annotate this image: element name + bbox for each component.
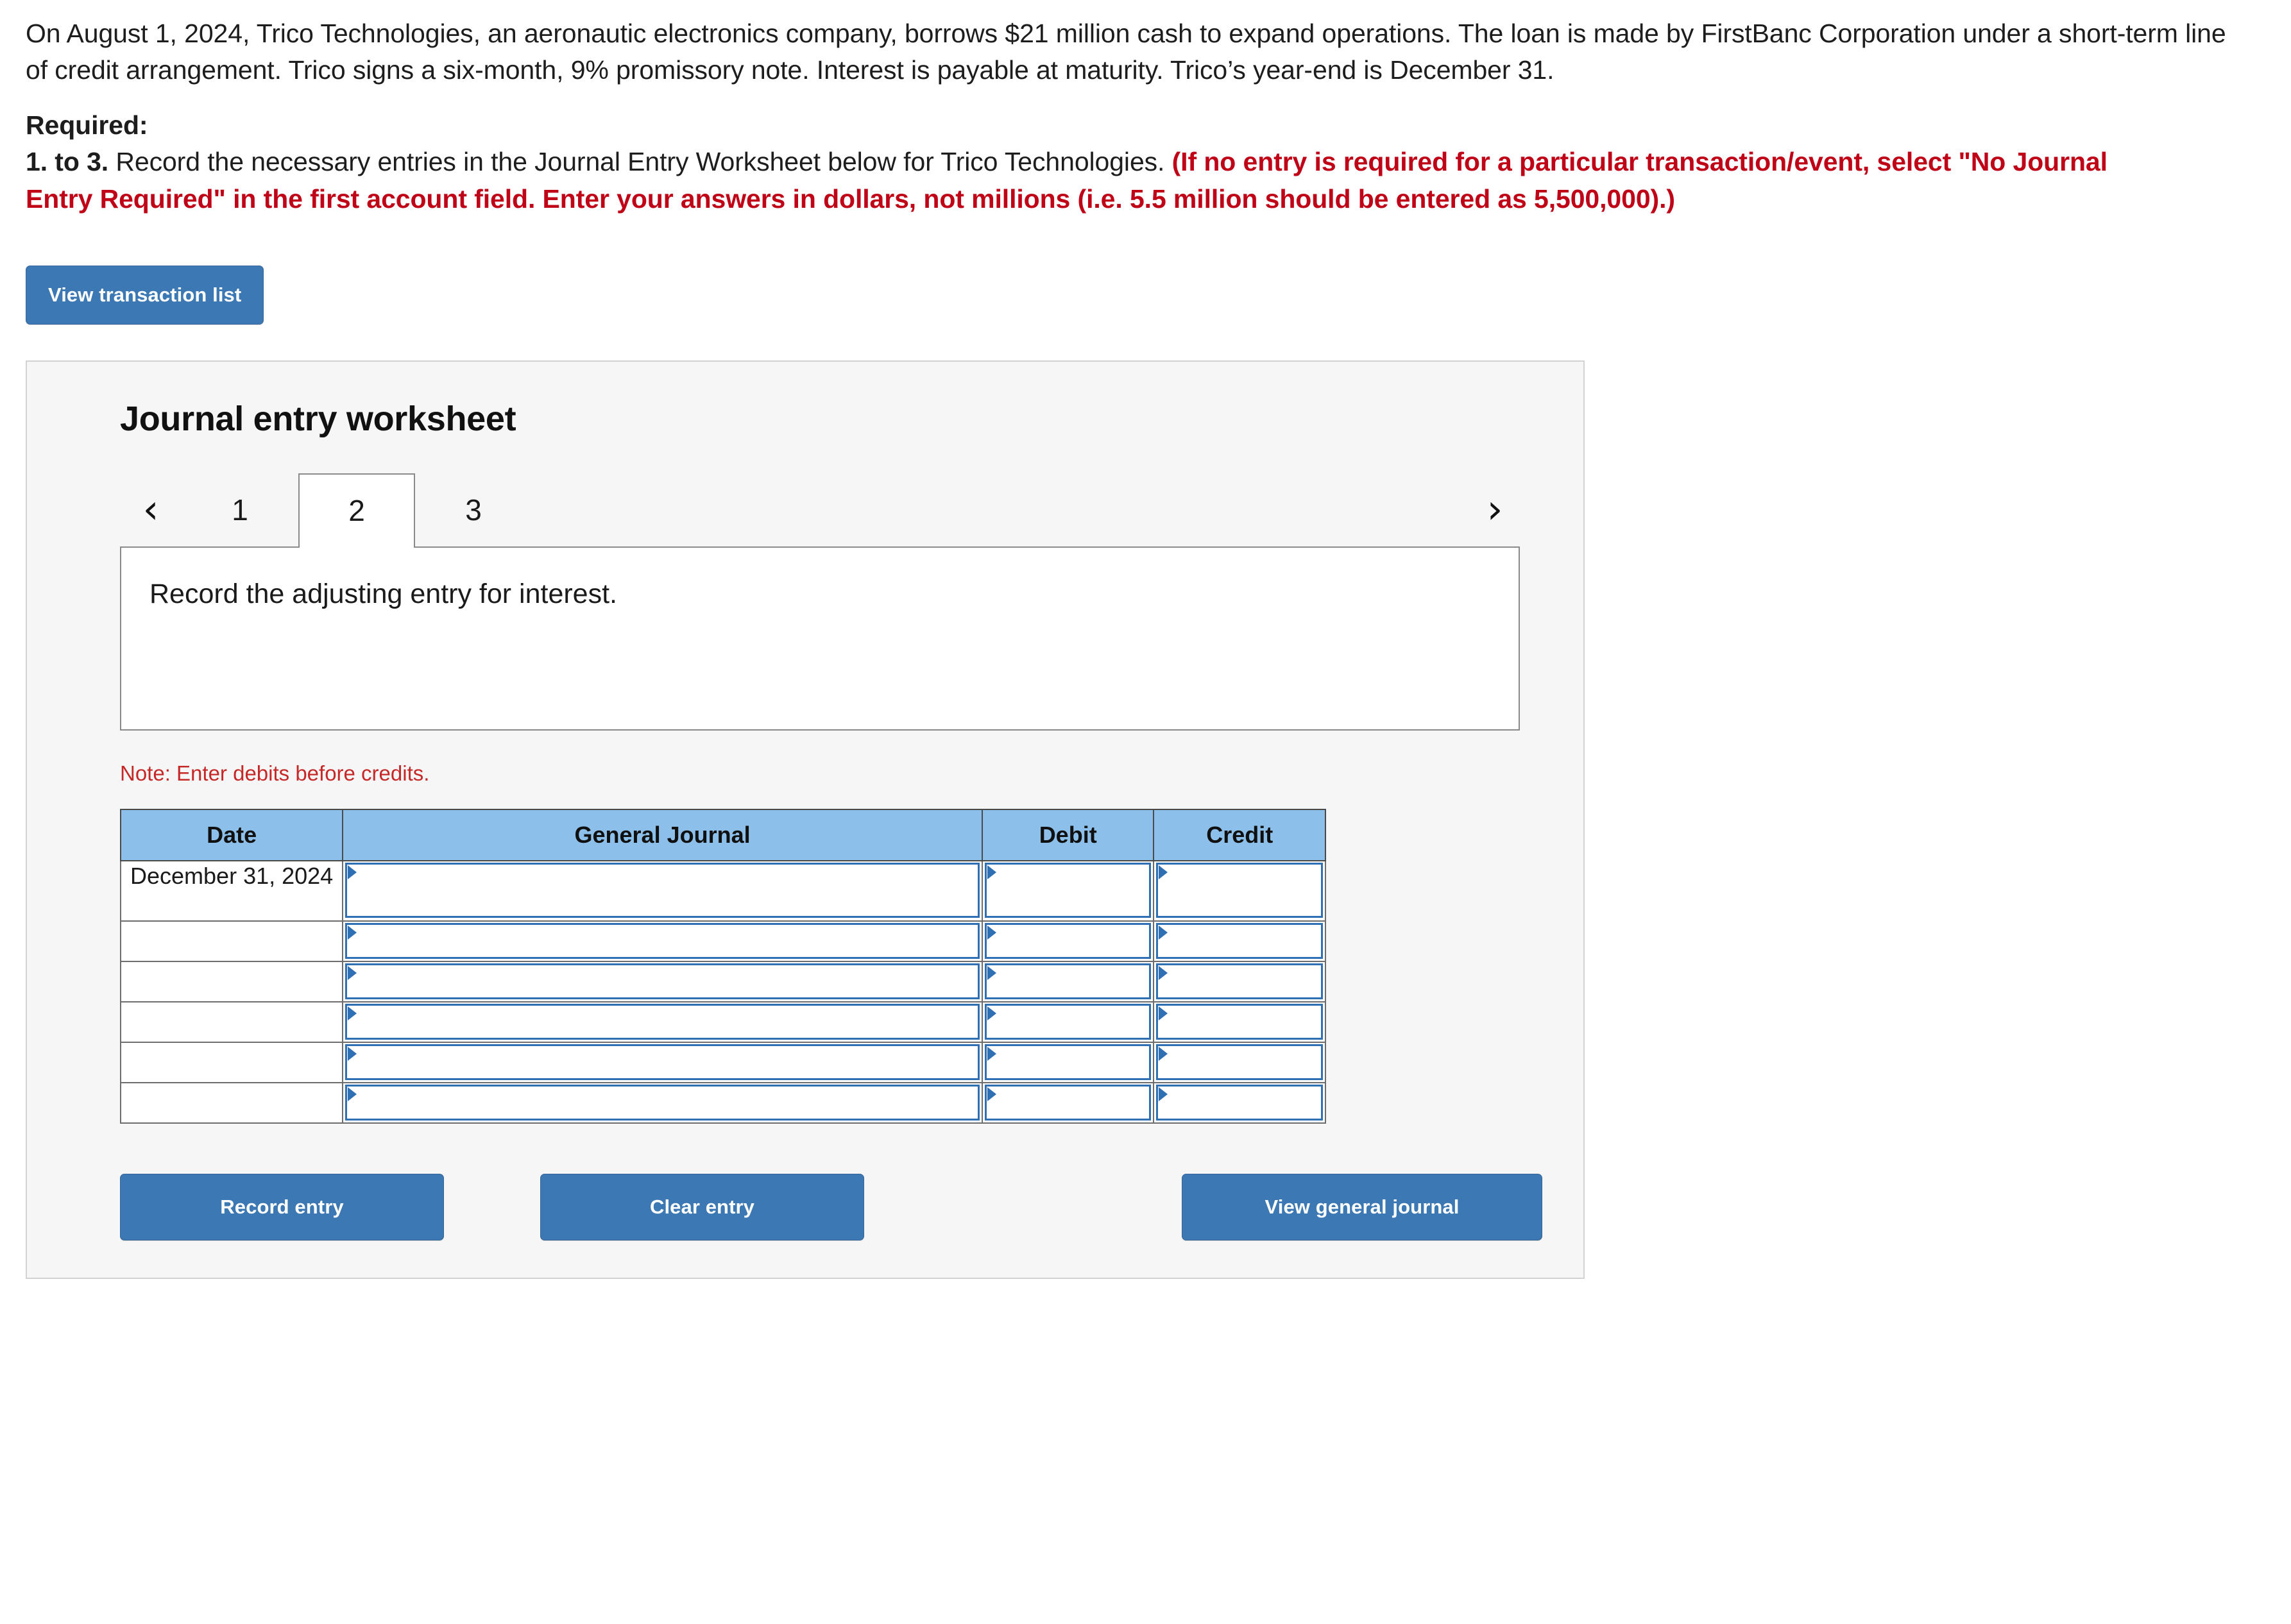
account-select-field[interactable] <box>345 1003 980 1040</box>
worksheet-tab-2[interactable]: 2 <box>298 473 415 548</box>
credit-input-field[interactable] <box>1156 922 1323 959</box>
previous-entry-chevron-left-icon[interactable]: ‹ <box>120 472 182 546</box>
clear-entry-button[interactable]: Clear entry <box>540 1173 864 1240</box>
credit-cell <box>1153 960 1326 1002</box>
debit-input-field[interactable] <box>984 922 1152 959</box>
transaction-description-box: Record the adjusting entry for interest. <box>120 546 1520 731</box>
worksheet-tab-3[interactable]: 3 <box>415 472 532 546</box>
column-header-debit: Debit <box>981 808 1155 861</box>
account-select-field[interactable] <box>345 1084 980 1121</box>
general-journal-cell <box>342 1001 983 1043</box>
debit-input-field[interactable] <box>984 862 1152 918</box>
credit-input-field[interactable] <box>1156 1084 1323 1121</box>
date-cell <box>119 1081 344 1124</box>
debit-input-field[interactable] <box>984 1003 1152 1040</box>
credit-cell <box>1153 1041 1326 1083</box>
required-label: Required: <box>26 110 148 140</box>
general-journal-cell <box>342 859 983 922</box>
credit-cell <box>1153 920 1326 962</box>
general-journal-cell <box>342 960 983 1002</box>
credit-input-field[interactable] <box>1156 1003 1323 1040</box>
debit-cell <box>981 1081 1155 1124</box>
credit-input-field[interactable] <box>1156 963 1323 999</box>
worksheet-title: Journal entry worksheet <box>120 399 516 438</box>
table-row <box>119 1001 1326 1043</box>
table-row <box>119 960 1326 1002</box>
record-entry-button[interactable]: Record entry <box>120 1173 444 1240</box>
credit-input-field[interactable] <box>1156 862 1323 918</box>
date-cell <box>119 1001 344 1043</box>
account-select-field[interactable] <box>345 862 980 918</box>
transaction-description-text: Record the adjusting entry for interest. <box>149 578 617 609</box>
debit-cell <box>981 960 1155 1002</box>
date-cell: December 31, 2024 <box>119 859 344 922</box>
view-general-journal-button[interactable]: View general journal <box>1182 1173 1542 1240</box>
debits-before-credits-note: Note: Enter debits before credits. <box>120 761 430 785</box>
column-header-general-journal: General Journal <box>342 808 983 861</box>
next-entry-chevron-right-icon[interactable]: › <box>1464 472 1526 546</box>
debit-cell <box>981 1041 1155 1083</box>
debit-cell <box>981 859 1155 922</box>
table-row <box>119 920 1326 962</box>
date-cell <box>119 1041 344 1083</box>
debit-input-field[interactable] <box>984 1044 1152 1080</box>
requirement-text: Record the necessary entries in the Jour… <box>108 147 1172 177</box>
debit-cell <box>981 920 1155 962</box>
debit-cell <box>981 1001 1155 1043</box>
worksheet-tab-bar: ‹ 1 2 3 › <box>120 472 1519 548</box>
date-cell <box>119 960 344 1002</box>
problem-statement: On August 1, 2024, Trico Technologies, a… <box>26 19 2226 85</box>
general-journal-cell <box>342 1081 983 1124</box>
table-row <box>119 1081 1326 1124</box>
credit-input-field[interactable] <box>1156 1044 1323 1080</box>
general-journal-cell <box>342 920 983 962</box>
column-header-credit: Credit <box>1153 808 1326 861</box>
debit-input-field[interactable] <box>984 963 1152 999</box>
account-select-field[interactable] <box>345 922 980 959</box>
worksheet-tab-1[interactable]: 1 <box>182 472 298 546</box>
view-transaction-list-button[interactable]: View transaction list <box>26 265 264 325</box>
account-select-field[interactable] <box>345 1044 980 1080</box>
general-journal-cell <box>342 1041 983 1083</box>
table-row: December 31, 2024 <box>119 859 1326 922</box>
credit-cell <box>1153 1081 1326 1124</box>
credit-cell <box>1153 1001 1326 1043</box>
table-row <box>119 1041 1326 1083</box>
requirement-number: 1. to 3. <box>26 147 109 177</box>
required-block: Required: 1. to 3. Record the necessary … <box>26 107 2149 217</box>
debit-input-field[interactable] <box>984 1084 1152 1121</box>
page-root: On August 1, 2024, Trico Technologies, a… <box>0 0 2291 1624</box>
journal-entry-worksheet-panel: Journal entry worksheet ‹ 1 2 3 › Record… <box>26 360 1585 1279</box>
worksheet-action-buttons: Record entry Clear entry View general jo… <box>120 1173 1542 1243</box>
credit-cell <box>1153 859 1326 922</box>
journal-entry-table: Date General Journal Debit Credit Decemb… <box>119 808 1326 1124</box>
account-select-field[interactable] <box>345 963 980 999</box>
date-cell <box>119 920 344 962</box>
table-header-row: Date General Journal Debit Credit <box>119 808 1326 861</box>
column-header-date: Date <box>119 808 344 861</box>
